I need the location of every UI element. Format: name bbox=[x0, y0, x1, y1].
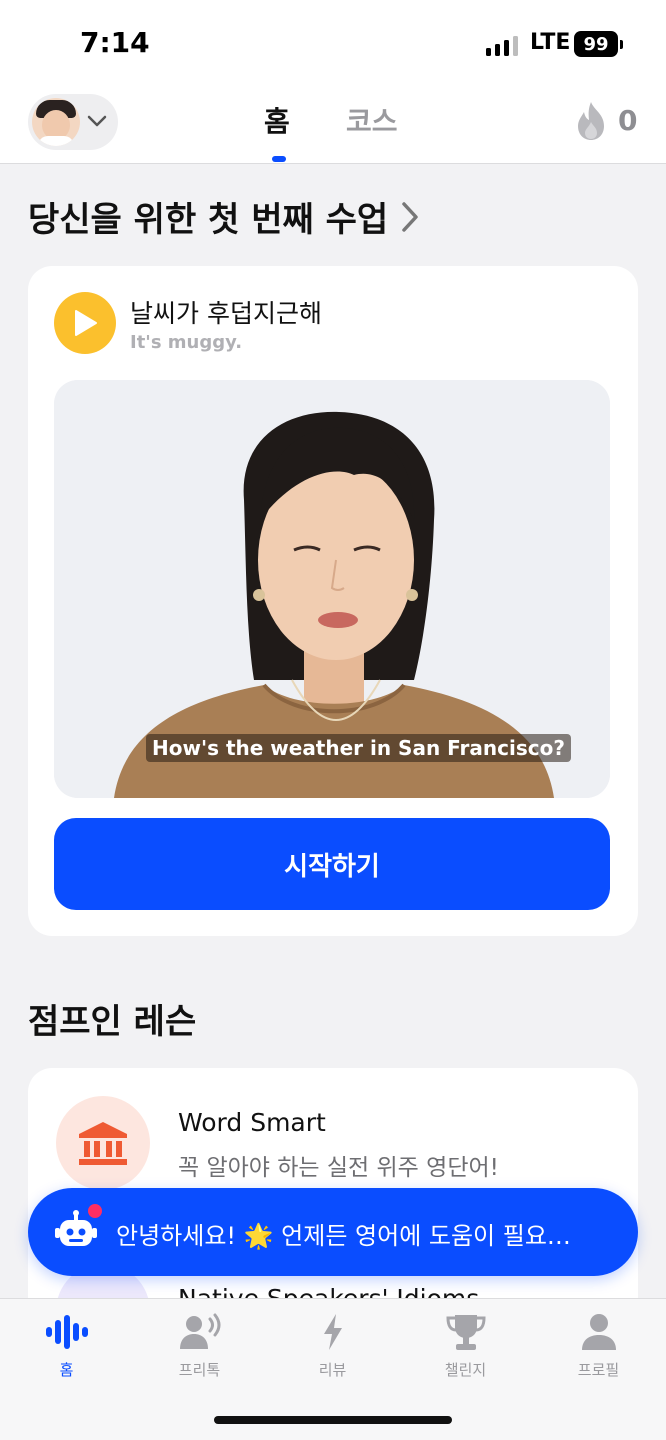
tab-bar-review[interactable]: 리뷰 bbox=[266, 1299, 399, 1389]
play-icon bbox=[75, 310, 97, 336]
tab-bar-challenge[interactable]: 챌린지 bbox=[399, 1299, 532, 1389]
person-icon bbox=[581, 1314, 616, 1350]
course-subtitle: 꼭 알아야 하는 실전 위주 영단어! bbox=[178, 1155, 499, 1181]
speaking-person-icon bbox=[179, 1313, 220, 1349]
notification-dot bbox=[88, 1204, 102, 1218]
battery-indicator: 99 bbox=[574, 31, 623, 57]
trophy-icon bbox=[445, 1315, 486, 1350]
top-nav: 홈 코스 0 bbox=[0, 84, 666, 164]
tab-bar-label: 프리톡 bbox=[178, 1361, 221, 1379]
tab-course[interactable]: 코스 bbox=[346, 100, 398, 140]
lesson-title: 날씨가 후덥지근해 bbox=[130, 299, 322, 328]
first-lesson-heading[interactable]: 당신을 위한 첫 번째 수업 bbox=[28, 192, 420, 241]
first-lesson-title: 당신을 위한 첫 번째 수업 bbox=[28, 200, 389, 240]
tab-bar-label: 챌린지 bbox=[444, 1361, 487, 1379]
start-button[interactable]: 시작하기 bbox=[54, 818, 610, 910]
tab-bar-profile[interactable]: 프로필 bbox=[532, 1299, 665, 1389]
active-tab-indicator bbox=[272, 156, 286, 162]
tab-bar-label: 홈 bbox=[59, 1361, 74, 1379]
chevron-right-icon bbox=[402, 201, 418, 232]
tab-bar-freetalk[interactable]: 프리톡 bbox=[133, 1299, 266, 1389]
lesson-subtitle: It's muggy. bbox=[130, 332, 243, 353]
video-caption: How's the weather in San Francisco? bbox=[146, 734, 571, 762]
signal-icon bbox=[486, 36, 518, 56]
tab-bar-label: 프로필 bbox=[577, 1361, 620, 1379]
streak-count: 0 bbox=[618, 104, 638, 137]
tab-bar-label: 리뷰 bbox=[318, 1361, 347, 1379]
ai-chat-banner[interactable]: 안녕하세요! 🌟 언제든 영어에 도움이 필요… bbox=[28, 1188, 638, 1276]
flame-icon[interactable] bbox=[574, 100, 608, 142]
home-indicator bbox=[214, 1416, 452, 1424]
network-type: LTE bbox=[530, 30, 571, 55]
lesson-card: 날씨가 후덥지근해 It's muggy. How's the weather … bbox=[28, 266, 638, 936]
status-bar: 7:14 LTE 99 bbox=[0, 0, 666, 84]
play-button[interactable] bbox=[54, 292, 116, 354]
profile-switcher[interactable] bbox=[28, 94, 118, 150]
chevron-down-icon bbox=[87, 115, 107, 127]
tab-home[interactable]: 홈 bbox=[264, 100, 290, 140]
status-time: 7:14 bbox=[80, 26, 150, 59]
voice-wave-icon bbox=[45, 1315, 88, 1349]
lightning-icon bbox=[323, 1314, 342, 1350]
tab-bar-home[interactable]: 홈 bbox=[0, 1299, 133, 1389]
chat-banner-text: 안녕하세요! 🌟 언제든 영어에 도움이 필요… bbox=[116, 1222, 571, 1250]
avatar bbox=[32, 98, 80, 146]
jumpin-lessons-title: 점프인 레슨 bbox=[28, 1002, 197, 1042]
lesson-video[interactable]: How's the weather in San Francisco? bbox=[54, 380, 610, 798]
course-title: Word Smart bbox=[178, 1108, 326, 1137]
bank-icon bbox=[56, 1096, 150, 1190]
